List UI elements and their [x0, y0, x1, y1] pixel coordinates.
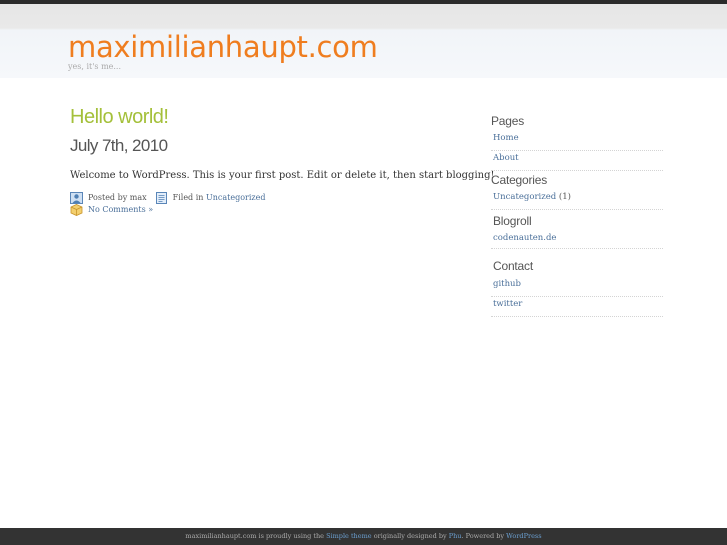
- category-count: (1): [558, 192, 571, 202]
- post-body: Welcome to WordPress. This is your first…: [70, 170, 495, 181]
- sidebar-link-home[interactable]: Home: [493, 133, 519, 143]
- sidebar-heading-categories: Categories: [491, 173, 548, 187]
- sidebar-item-uncategorized[interactable]: Uncategorized (1): [491, 190, 663, 210]
- footer-text-1: maximilianhaupt.com is proudly using the: [185, 532, 325, 540]
- sidebar-link-uncategorized[interactable]: Uncategorized: [493, 192, 556, 202]
- site-tagline: yes, it's me...: [68, 62, 122, 71]
- site-header: maximilianhaupt.com yes, it's me...: [0, 4, 727, 78]
- sidebar-heading-blogroll: Blogroll: [493, 214, 532, 228]
- posted-by-label: Posted by max: [88, 193, 147, 202]
- sidebar-link-about[interactable]: About: [493, 153, 519, 163]
- sidebar-item-codenauten[interactable]: codenauten.de: [491, 231, 663, 249]
- sidebar-item-home[interactable]: Home: [491, 131, 663, 151]
- sidebar-link-codenauten[interactable]: codenauten.de: [493, 233, 556, 243]
- sidebar-item-about[interactable]: About: [491, 151, 663, 171]
- post-date: July 7th, 2010: [70, 136, 168, 155]
- document-icon: [155, 191, 167, 204]
- filed-in-label: Filed in: [172, 193, 204, 202]
- post-title-link[interactable]: Hello world!: [70, 104, 169, 130]
- site-title-link[interactable]: maximilianhaupt.com: [68, 30, 378, 64]
- footer-wordpress-link[interactable]: WordPress: [506, 532, 541, 540]
- sidebar-item-github[interactable]: github: [491, 277, 663, 297]
- sidebar-heading-contact: Contact: [493, 259, 533, 273]
- comment-box-icon: [70, 203, 83, 216]
- footer-theme-link[interactable]: Simple theme: [326, 532, 372, 540]
- footer-text-3: . Powered by: [461, 532, 505, 540]
- site-footer: maximilianhaupt.com is proudly using the…: [0, 528, 727, 545]
- user-icon: [70, 191, 83, 204]
- sidebar-heading-pages: Pages: [491, 114, 525, 128]
- footer-designer-link[interactable]: Phu: [449, 532, 462, 540]
- comments-link[interactable]: No Comments »: [88, 205, 153, 214]
- sidebar-link-github[interactable]: github: [493, 279, 521, 289]
- sidebar-item-twitter[interactable]: twitter: [491, 297, 663, 317]
- category-link[interactable]: Uncategorized: [206, 193, 265, 202]
- sidebar-link-twitter[interactable]: twitter: [493, 299, 522, 309]
- post-meta-comments: No Comments »: [70, 203, 153, 216]
- footer-text-2: originally designed by: [373, 532, 447, 540]
